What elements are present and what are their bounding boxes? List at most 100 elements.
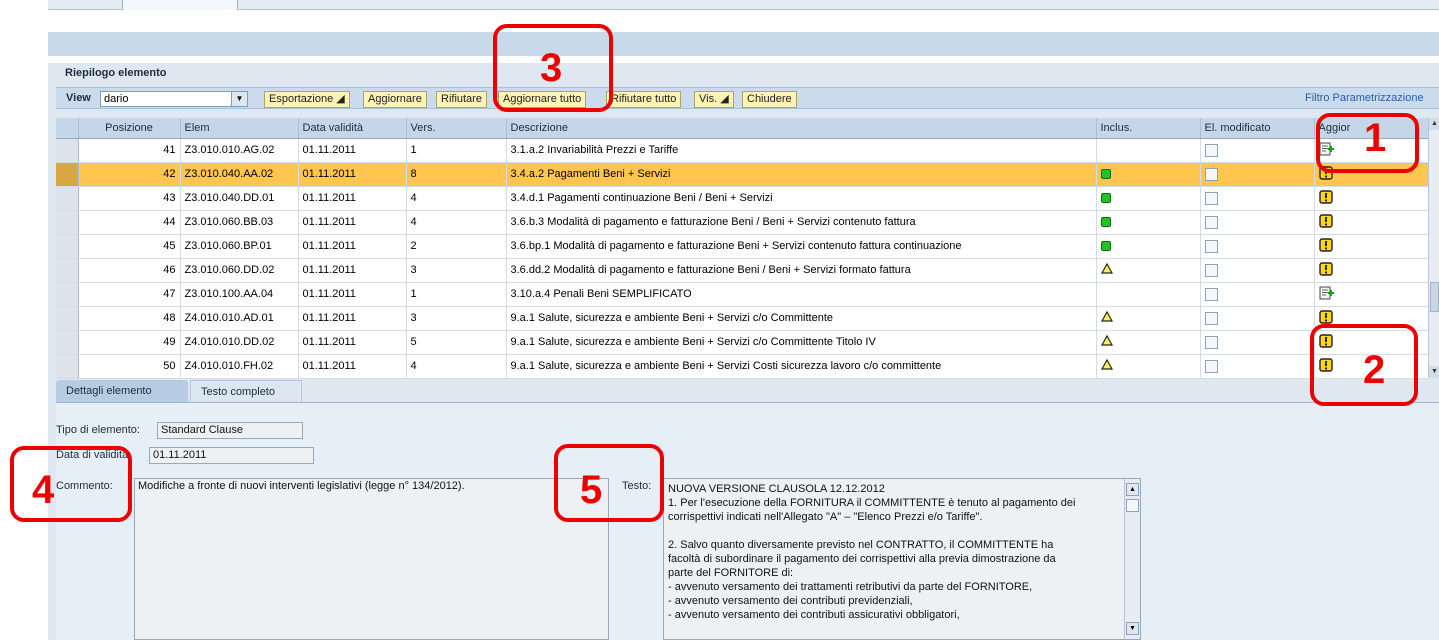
el-modificato-checkbox[interactable] bbox=[1204, 167, 1218, 181]
column-header-el-modificato[interactable]: El. modificato bbox=[1200, 118, 1315, 139]
column-header-posizione[interactable]: Posizione bbox=[78, 118, 181, 139]
tab-dettagli-elemento[interactable]: Dettagli elemento bbox=[56, 380, 188, 402]
cell-descrizione: 9.a.1 Salute, sicurezza e ambiente Beni … bbox=[506, 306, 1097, 331]
chiudere-button[interactable]: Chiudere bbox=[742, 91, 797, 108]
scroll-down-icon[interactable]: ▼ bbox=[1429, 366, 1439, 378]
callout-number-5: 5 bbox=[580, 468, 603, 512]
cell-el-modificato bbox=[1200, 330, 1315, 355]
scroll-thumb[interactable] bbox=[1126, 499, 1139, 512]
row-selector[interactable] bbox=[56, 186, 79, 211]
table-row[interactable]: 43 Z3.010.040.DD.01 01.11.2011 4 3.4.d.1 Pag… bbox=[56, 186, 1429, 211]
table-row[interactable]: 49 Z4.010.010.DD.02 01.11.2011 5 9.a.1 Salut… bbox=[56, 330, 1429, 355]
filter-link[interactable]: Filtro Parametrizzazione bbox=[1305, 92, 1439, 104]
cell-el-modificato bbox=[1200, 138, 1315, 163]
chevron-down-icon[interactable]: ▼ bbox=[231, 92, 247, 106]
cell-inclus bbox=[1096, 234, 1201, 259]
scroll-thumb[interactable] bbox=[1430, 282, 1439, 312]
row-selector[interactable] bbox=[56, 330, 79, 355]
table-row[interactable]: 46 Z3.010.060.DD.02 01.11.2011 3 3.6.dd.2 Mo… bbox=[56, 258, 1429, 283]
cell-aggior bbox=[1314, 210, 1429, 235]
scroll-up-icon[interactable]: ▲ bbox=[1429, 118, 1439, 130]
cell-vers: 4 bbox=[406, 354, 507, 379]
row-selector[interactable] bbox=[56, 138, 79, 163]
warning-icon[interactable] bbox=[1318, 189, 1333, 207]
grid-header-row: Posizione Elem Data validità Vers. Descr… bbox=[56, 118, 1429, 139]
tab-testo-completo[interactable]: Testo completo bbox=[190, 380, 302, 402]
top-tab-2[interactable] bbox=[123, 0, 238, 10]
rifiutare-button[interactable]: Rifiutare bbox=[436, 91, 487, 108]
cell-aggior bbox=[1314, 258, 1429, 283]
callout-number-1: 1 bbox=[1364, 116, 1387, 160]
row-selector[interactable] bbox=[56, 282, 79, 307]
warning-triangle-icon bbox=[1100, 262, 1113, 277]
cell-inclus bbox=[1096, 210, 1201, 235]
cell-inclus bbox=[1096, 258, 1201, 283]
row-selector[interactable] bbox=[56, 258, 79, 283]
cell-posizione: 42 bbox=[78, 162, 181, 187]
cell-elem: Z3.010.100.AA.04 bbox=[180, 282, 299, 307]
warning-icon[interactable] bbox=[1318, 261, 1333, 279]
column-header-descrizione[interactable]: Descrizione bbox=[506, 118, 1097, 139]
warning-icon[interactable] bbox=[1318, 213, 1333, 231]
grid-scrollbar[interactable]: ▲ ▼ bbox=[1428, 118, 1439, 378]
el-modificato-checkbox[interactable] bbox=[1204, 263, 1218, 277]
table-row[interactable]: 41 Z3.010.010.AG.02 01.11.2011 1 3.1.a.2 Inv… bbox=[56, 138, 1429, 163]
cell-vers: 1 bbox=[406, 138, 507, 163]
cell-data-validita: 01.11.2011 bbox=[298, 306, 407, 331]
row-selector[interactable] bbox=[56, 234, 79, 259]
el-modificato-checkbox[interactable] bbox=[1204, 215, 1218, 229]
aggiornare-button[interactable]: Aggiornare bbox=[363, 91, 427, 108]
row-selector[interactable] bbox=[56, 162, 79, 187]
cell-elem: Z4.010.010.FH.02 bbox=[180, 354, 299, 379]
table-row[interactable]: 47 Z3.010.100.AA.04 01.11.2011 1 3.10.a.4 Pe… bbox=[56, 282, 1429, 307]
green-status-icon bbox=[1100, 216, 1111, 228]
table-row[interactable]: 42 Z3.010.040.AA.02 01.11.2011 8 3.4.a.2 Pag… bbox=[56, 162, 1429, 187]
el-modificato-checkbox[interactable] bbox=[1204, 359, 1218, 373]
column-header-elem[interactable]: Elem bbox=[180, 118, 299, 139]
table-row[interactable]: 45 Z3.010.060.BP.01 01.11.2011 2 3.6.bp.1 Mo… bbox=[56, 234, 1429, 259]
column-header-inclus[interactable]: Inclus. bbox=[1096, 118, 1201, 139]
scroll-up-icon[interactable]: ▲ bbox=[1126, 483, 1139, 496]
add-doc-icon[interactable] bbox=[1319, 286, 1335, 303]
cell-el-modificato bbox=[1200, 162, 1315, 187]
cell-descrizione: 3.4.a.2 Pagamenti Beni + Servizi bbox=[506, 162, 1097, 187]
cell-el-modificato bbox=[1200, 186, 1315, 211]
commento-field[interactable]: Modifiche a fronte di nuovi interventi l… bbox=[134, 478, 609, 640]
testo-line: 2. Salvo quanto diversamente previsto ne… bbox=[668, 539, 1054, 551]
vis-button[interactable]: Vis. ◢ bbox=[694, 91, 734, 108]
testo-field[interactable]: NUOVA VERSIONE CLAUSOLA 12.12.2012 1. Per… bbox=[663, 478, 1141, 640]
column-header-vers[interactable]: Vers. bbox=[406, 118, 507, 139]
row-selector[interactable] bbox=[56, 354, 79, 379]
table-row[interactable]: 44 Z3.010.060.BB.03 01.11.2011 4 3.6.b.3 Mod… bbox=[56, 210, 1429, 235]
el-modificato-checkbox[interactable] bbox=[1204, 311, 1218, 325]
el-modificato-checkbox[interactable] bbox=[1204, 191, 1218, 205]
column-header-data-validita[interactable]: Data validità bbox=[298, 118, 407, 139]
table-row[interactable]: 50 Z4.010.010.FH.02 01.11.2011 4 9.a.1 Salut… bbox=[56, 354, 1429, 379]
warning-icon[interactable] bbox=[1318, 237, 1333, 255]
cell-posizione: 47 bbox=[78, 282, 181, 307]
row-selector[interactable] bbox=[56, 210, 79, 235]
table-row[interactable]: 48 Z4.010.010.AD.01 01.11.2011 3 9.a.1 Salut… bbox=[56, 306, 1429, 331]
cell-data-validita: 01.11.2011 bbox=[298, 138, 407, 163]
row-selector[interactable] bbox=[56, 306, 79, 331]
cell-posizione: 41 bbox=[78, 138, 181, 163]
cell-descrizione: 3.10.a.4 Penali Beni SEMPLIFICATO bbox=[506, 282, 1097, 307]
row-selector-header[interactable] bbox=[56, 118, 79, 139]
el-modificato-checkbox[interactable] bbox=[1204, 143, 1218, 157]
testo-scrollbar[interactable]: ▲ ▼ bbox=[1124, 479, 1140, 639]
el-modificato-checkbox[interactable] bbox=[1204, 287, 1218, 301]
top-tab-1[interactable] bbox=[48, 0, 123, 10]
cell-elem: Z3.010.040.AA.02 bbox=[180, 162, 299, 187]
view-select[interactable]: dario ▼ bbox=[100, 91, 248, 107]
el-modificato-checkbox[interactable] bbox=[1204, 239, 1218, 253]
green-status-icon bbox=[1100, 192, 1111, 204]
rifiutare-tutto-button[interactable]: Rifiutare tutto bbox=[606, 91, 682, 108]
scroll-down-icon[interactable]: ▼ bbox=[1126, 622, 1139, 635]
esportazione-button[interactable]: Esportazione ◢ bbox=[264, 91, 350, 108]
cell-vers: 2 bbox=[406, 234, 507, 259]
testo-line: NUOVA VERSIONE CLAUSOLA 12.12.2012 bbox=[668, 483, 885, 495]
warning-triangle-icon bbox=[1100, 334, 1113, 349]
el-modificato-checkbox[interactable] bbox=[1204, 335, 1218, 349]
testo-line: - avvenuto versamento dei trattamenti re… bbox=[668, 581, 1033, 593]
cell-posizione: 45 bbox=[78, 234, 181, 259]
